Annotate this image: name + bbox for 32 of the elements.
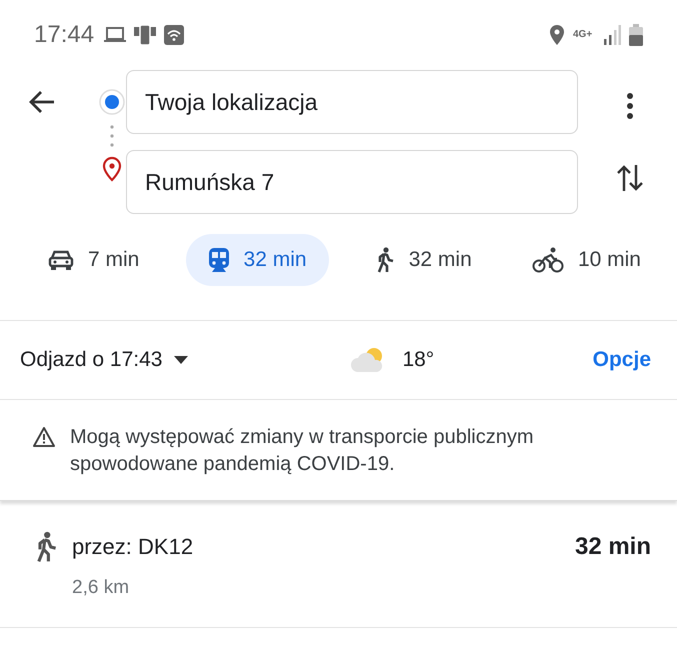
travel-mode-tab[interactable]: 7 min xyxy=(34,234,154,286)
travel-mode-tab[interactable]: 10 min xyxy=(518,234,655,286)
route-via: przez: DK12 xyxy=(72,534,194,560)
temperature: 18° xyxy=(402,348,434,372)
options-link[interactable]: Opcje xyxy=(592,348,651,372)
warning-icon xyxy=(32,426,56,448)
origin-dot-icon xyxy=(98,88,126,116)
route-distance: 2,6 km xyxy=(72,577,130,599)
travel-mode-tab[interactable]: 32 min xyxy=(186,234,329,286)
travel-mode-tab[interactable]: 32 min xyxy=(360,234,486,286)
dropdown-caret-icon xyxy=(174,356,188,364)
notice-text: Mogą występować zmiany w transporcie publicznym spowodowane pandemią COVID-19. xyxy=(70,425,535,477)
wifi-icon xyxy=(164,25,184,45)
origin-field[interactable]: Twoja lokalizacja xyxy=(126,70,578,134)
signal-icon xyxy=(603,25,621,45)
bicycle-icon xyxy=(532,247,564,273)
destination-pin-icon xyxy=(101,156,123,182)
battery-icon xyxy=(629,24,643,46)
laptop-icon xyxy=(104,27,126,43)
phone-icon xyxy=(134,24,156,46)
car-icon xyxy=(48,249,74,271)
more-options-icon[interactable] xyxy=(626,92,634,120)
destination-field[interactable]: Rumuńska 7 xyxy=(126,150,578,214)
train-icon xyxy=(208,247,230,273)
back-arrow-icon[interactable] xyxy=(28,90,56,114)
departure-time-dropdown[interactable]: Odjazd o 17:43 xyxy=(20,348,188,372)
swap-icon[interactable] xyxy=(616,162,642,192)
route-item[interactable]: przez: DK12 32 min 2,6 km xyxy=(0,501,677,628)
route-duration: 32 min xyxy=(574,533,651,561)
status-time: 17:44 xyxy=(34,21,94,49)
network-label: 4G+ xyxy=(573,30,594,40)
location-icon xyxy=(549,25,565,45)
